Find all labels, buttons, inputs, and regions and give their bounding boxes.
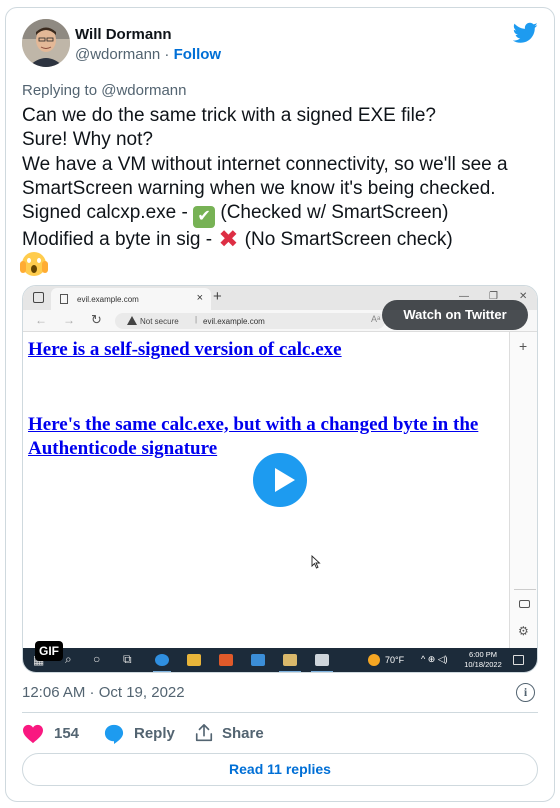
url-separator: | xyxy=(195,315,198,324)
check-mark-emoji-icon: ✔ xyxy=(193,206,216,229)
twitter-bird-icon[interactable] xyxy=(513,22,538,44)
system-tray-icons: ^ ⊕ ◁) xyxy=(421,654,448,664)
heart-icon xyxy=(23,724,43,744)
share-icon xyxy=(195,724,213,742)
reply-button[interactable]: Reply xyxy=(104,722,179,746)
tweet-line: Can we do the same trick with a signed E… xyxy=(22,105,436,126)
folder-icon xyxy=(283,654,297,666)
forward-arrow-icon: → xyxy=(63,313,75,327)
tweet-actions: 154 Reply Share xyxy=(22,722,538,746)
weather-sun-icon xyxy=(368,654,380,666)
sidebar-divider xyxy=(514,589,536,590)
avatar[interactable] xyxy=(22,19,70,67)
windows-taskbar: ▦ ⌕ ○ ⧉ 70°F ^ ⊕ ◁) 6:00 PM 10/18/2022 xyxy=(23,648,537,672)
mouse-cursor-icon xyxy=(311,555,321,569)
running-app-indicator xyxy=(279,671,301,672)
play-button-icon[interactable] xyxy=(250,450,310,510)
active-app-indicator xyxy=(153,671,171,672)
refresh-icon: ↻ xyxy=(91,312,102,327)
tweet-line: We have a VM without internet connectivi… xyxy=(22,153,508,175)
warning-icon xyxy=(127,316,137,325)
tweet-line-text: (Checked w/ SmartScreen) xyxy=(215,202,449,224)
store-icon xyxy=(219,654,233,666)
watch-on-twitter-button[interactable]: Watch on Twitter xyxy=(382,300,528,330)
tweet-line-text: Signed calcxp.exe - xyxy=(22,202,194,224)
like-count: 154 xyxy=(54,725,80,742)
like-button[interactable]: 154 xyxy=(22,722,92,746)
sidebar-panel-icon xyxy=(519,600,530,608)
tweet-line: SmartScreen warning when we know it's be… xyxy=(22,177,496,199)
screaming-face-emoji-icon xyxy=(20,252,48,277)
tweet-text: Can we do the same trick with a signed E… xyxy=(20,104,542,280)
tweet-line-modified: Modified a byte in sig - ✖ (No SmartScre… xyxy=(22,228,542,252)
follow-button[interactable]: Follow xyxy=(174,46,222,63)
read-aloud-icon: Aᵃ xyxy=(371,314,381,324)
clock-date: 10/18/2022 xyxy=(464,660,502,669)
browser-sidebar: + ⚙ xyxy=(509,332,537,648)
search-icon: ⌕ xyxy=(65,652,72,666)
tweet-line-signed: Signed calcxp.exe - ✔ (Checked w/ SmartS… xyxy=(22,201,542,229)
window-close-icon: ✕ xyxy=(519,291,528,302)
tweet-line: Sure! Why not? xyxy=(22,129,153,151)
running-app-indicator xyxy=(311,671,333,672)
file-explorer-icon xyxy=(187,654,201,666)
mail-icon xyxy=(251,654,265,666)
handle-separator: · xyxy=(160,46,174,63)
settings-gear-icon: ⚙ xyxy=(518,624,529,638)
url-field: Not secure | evil.example.com xyxy=(115,313,385,329)
browser-tab: evil.example.com × xyxy=(51,288,211,310)
browser-tab-title: evil.example.com xyxy=(77,295,139,304)
author-handle[interactable]: @wdormann xyxy=(75,46,160,63)
weather-temperature: 70°F xyxy=(385,655,405,665)
not-secure-label: Not secure xyxy=(140,317,179,326)
info-icon[interactable]: i xyxy=(516,683,535,702)
replying-to-label: Replying to @wdormann xyxy=(22,82,187,99)
new-tab-icon: + xyxy=(213,288,222,305)
cross-mark-emoji-icon: ✖ xyxy=(218,226,239,254)
reply-label: Reply xyxy=(134,725,175,742)
clock-time: 6:00 PM xyxy=(469,650,497,659)
tab-close-icon: × xyxy=(196,292,203,304)
author-name[interactable]: Will Dormann xyxy=(75,26,172,43)
tweet-timestamp[interactable]: 12:06 AM · Oct 19, 2022 xyxy=(22,684,185,701)
cortana-icon: ○ xyxy=(93,652,101,666)
read-replies-button[interactable]: Read 11 replies xyxy=(22,753,538,786)
share-button[interactable]: Share xyxy=(194,722,274,746)
avatar-photo xyxy=(22,19,70,67)
edge-browser-icon xyxy=(155,654,169,666)
reply-bubble-icon xyxy=(104,724,124,744)
divider xyxy=(22,712,538,713)
back-arrow-icon: ← xyxy=(35,313,47,327)
remote-desktop-icon xyxy=(315,654,329,666)
author-handle-row: @wdormann · Follow xyxy=(75,46,221,63)
taskbar-clock: 6:00 PM 10/18/2022 xyxy=(463,650,503,670)
notification-icon xyxy=(513,655,524,665)
tweet-line-text: (No SmartScreen check) xyxy=(239,229,453,251)
tweet-line-text: Modified a byte in sig - xyxy=(22,229,218,251)
gif-badge: GIF xyxy=(35,641,63,661)
tab-actions-icon xyxy=(33,292,44,303)
document-icon xyxy=(60,294,68,304)
url-text: evil.example.com xyxy=(203,317,265,326)
share-label: Share xyxy=(222,725,264,742)
task-view-icon: ⧉ xyxy=(123,652,132,666)
sidebar-add-icon: + xyxy=(519,338,528,354)
tweet-line-emoji xyxy=(20,252,542,279)
self-signed-link: Here is a self-signed version of calc.ex… xyxy=(28,339,342,360)
